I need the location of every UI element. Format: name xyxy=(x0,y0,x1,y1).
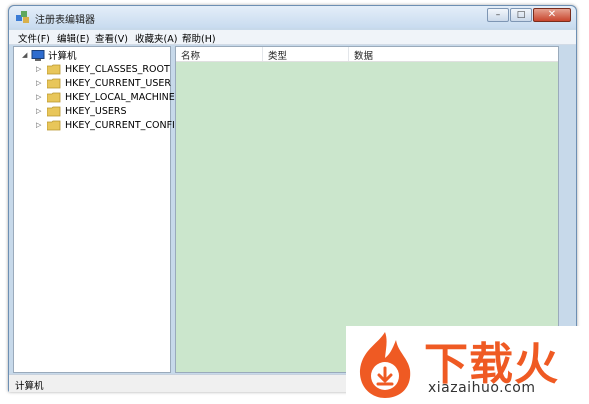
values-list-pane[interactable]: 名称 类型 数据 xyxy=(175,46,559,373)
tree-item-label: HKEY_CURRENT_CONFIG xyxy=(65,119,183,131)
expand-arrow-icon[interactable]: ▷ xyxy=(36,107,45,115)
menu-help[interactable]: 帮助(H) xyxy=(182,31,216,45)
column-separator[interactable] xyxy=(348,47,349,61)
folder-icon xyxy=(47,64,61,74)
tree-item-hkey-local-machine[interactable]: ▷ HKEY_LOCAL_MACHINE xyxy=(36,90,175,104)
main-content: ◢ 计算机 ▷ HKEY_CLASSES_ROOT ▷ HKEY_CURRENT… xyxy=(13,46,572,373)
close-button[interactable]: ✕ xyxy=(533,8,571,22)
list-header: 名称 类型 数据 xyxy=(176,47,558,62)
maximize-button[interactable]: □ xyxy=(510,8,532,22)
window-controls: – □ ✕ xyxy=(486,8,571,22)
tree-item-hkey-users[interactable]: ▷ HKEY_USERS xyxy=(36,104,127,118)
menu-file[interactable]: 文件(F) xyxy=(18,31,50,45)
expand-arrow-icon[interactable]: ▷ xyxy=(36,121,45,129)
expand-arrow-icon[interactable]: ▷ xyxy=(36,79,45,87)
expand-arrow-icon[interactable]: ▷ xyxy=(36,65,45,73)
folder-icon xyxy=(47,120,61,130)
tree-item-label: HKEY_CLASSES_ROOT xyxy=(65,63,170,75)
minimize-button[interactable]: – xyxy=(487,8,509,22)
tree-item-label: HKEY_CURRENT_USER xyxy=(65,77,171,89)
tree-root[interactable]: ◢ 计算机 xyxy=(22,48,77,62)
menu-bar: 文件(F) 编辑(E) 查看(V) 收藏夹(A) 帮助(H) xyxy=(9,30,576,45)
close-icon: ✕ xyxy=(547,9,557,20)
computer-icon xyxy=(31,49,45,61)
registry-editor-icon xyxy=(16,11,29,23)
menu-view[interactable]: 查看(V) xyxy=(95,31,128,45)
title-bar[interactable]: 注册表编辑器 – □ ✕ xyxy=(9,6,576,28)
status-text: 计算机 xyxy=(15,381,44,392)
tree-item-hkey-current-config[interactable]: ▷ HKEY_CURRENT_CONFIG xyxy=(36,118,182,132)
menu-favorites[interactable]: 收藏夹(A) xyxy=(135,31,177,45)
folder-icon xyxy=(47,78,61,88)
expand-arrow-icon[interactable]: ▷ xyxy=(36,93,45,101)
tree-item-label: HKEY_LOCAL_MACHINE xyxy=(65,91,175,103)
window-title: 注册表编辑器 xyxy=(35,15,95,26)
flame-logo-icon xyxy=(359,332,411,398)
folder-icon xyxy=(47,92,61,102)
tree-root-label: 计算机 xyxy=(48,51,77,62)
menu-edit[interactable]: 编辑(E) xyxy=(57,31,89,45)
minimize-icon: – xyxy=(495,10,501,20)
collapse-arrow-icon[interactable]: ◢ xyxy=(22,51,31,59)
column-header-name[interactable]: 名称 xyxy=(181,48,200,62)
tree-item-label: HKEY_USERS xyxy=(65,105,127,117)
column-separator[interactable] xyxy=(262,47,263,61)
tree-item-hkey-current-user[interactable]: ▷ HKEY_CURRENT_USER xyxy=(36,76,171,90)
folder-icon xyxy=(47,106,61,116)
column-header-data[interactable]: 数据 xyxy=(354,48,373,62)
tree-pane[interactable]: ◢ 计算机 ▷ HKEY_CLASSES_ROOT ▷ HKEY_CURRENT… xyxy=(13,46,182,373)
maximize-icon: □ xyxy=(516,10,526,20)
watermark-url: xiazaihuo.com xyxy=(428,380,536,396)
column-header-type[interactable]: 类型 xyxy=(268,48,287,62)
tree-item-hkey-classes-root[interactable]: ▷ HKEY_CLASSES_ROOT xyxy=(36,62,170,76)
watermark: 下载火 xiazaihuo.com xyxy=(346,326,589,404)
